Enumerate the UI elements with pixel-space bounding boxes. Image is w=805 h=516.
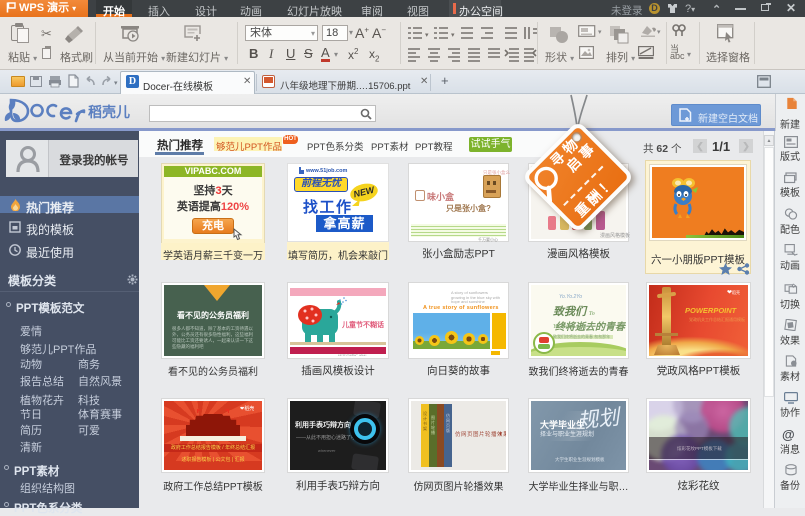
svg-text:稻壳儿: 稻壳儿 (88, 104, 130, 120)
svg-text:▾: ▾ (425, 32, 429, 39)
svg-text:▾: ▾ (657, 29, 661, 36)
svg-text:▾: ▾ (598, 29, 602, 36)
svg-text:▾: ▾ (451, 32, 455, 39)
